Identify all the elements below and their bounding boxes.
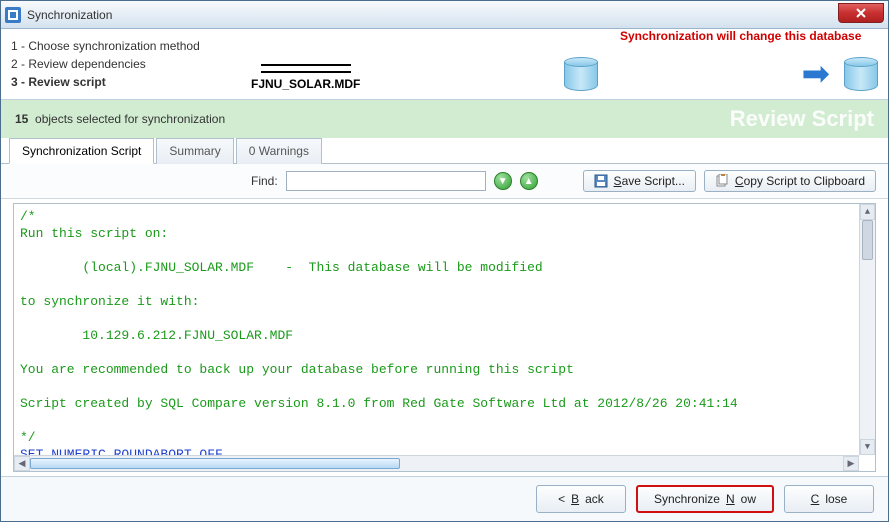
summary-text: objects selected for synchronization xyxy=(35,112,225,126)
close-button[interactable]: Close xyxy=(784,485,874,513)
tab-summary[interactable]: Summary xyxy=(156,138,233,164)
find-prev-icon[interactable]: ▲ xyxy=(520,172,538,190)
horizontal-scrollbar[interactable]: ◀ ▶ xyxy=(14,455,859,471)
wizard-steps: 1 - Choose synchronization method 2 - Re… xyxy=(11,35,251,91)
window: Synchronization Synchronization will cha… xyxy=(0,0,889,522)
clipboard-icon xyxy=(715,174,729,188)
source-host-redacted xyxy=(261,61,351,73)
save-icon xyxy=(594,174,608,188)
source-db-name: FJNU_SOLAR.MDF xyxy=(251,77,360,91)
script-area: /* Run this script on: (local).FJNU_SOLA… xyxy=(13,203,876,472)
target-db-col: (LOCAL) FJNU_SOLAR.MDF xyxy=(844,57,878,91)
scroll-down-icon[interactable]: ▼ xyxy=(860,439,875,455)
hscroll-thumb[interactable] xyxy=(30,458,400,469)
scroll-left-icon[interactable]: ◀ xyxy=(14,456,30,471)
close-window-button[interactable] xyxy=(838,3,884,23)
copy-script-button[interactable]: Copy Script to Clipboard xyxy=(704,170,876,192)
synchronize-now-button[interactable]: Synchronize Now xyxy=(636,485,774,513)
find-input[interactable] xyxy=(286,171,486,191)
watermark: Review Script xyxy=(730,106,874,132)
step-1: 1 - Choose synchronization method xyxy=(11,37,251,55)
tabs-row: Synchronization Script Summary 0 Warning… xyxy=(1,137,888,164)
save-script-label: Save Script... xyxy=(614,174,685,188)
back-button[interactable]: < Back xyxy=(536,485,626,513)
summary-bar: 15 objects selected for synchronization … xyxy=(1,100,888,138)
find-bar: Find: ▼ ▲ Save Script... Copy Script to … xyxy=(1,164,888,199)
database-icon xyxy=(844,57,878,91)
tab-sync-script[interactable]: Synchronization Script xyxy=(9,138,154,164)
footer: < Back Synchronize Now Close xyxy=(1,476,888,521)
vertical-scrollbar[interactable]: ▲ ▼ xyxy=(859,204,875,455)
find-label: Find: xyxy=(251,174,278,188)
scroll-right-icon[interactable]: ▶ xyxy=(843,456,859,471)
header-area: 1 - Choose synchronization method 2 - Re… xyxy=(1,29,888,100)
vscroll-thumb[interactable] xyxy=(862,220,873,260)
window-title: Synchronization xyxy=(27,8,112,22)
titlebar: Synchronization xyxy=(1,1,888,29)
tab-warnings[interactable]: 0 Warnings xyxy=(236,138,322,164)
arrow-right-icon: ➡ xyxy=(802,57,831,91)
find-next-icon[interactable]: ▼ xyxy=(494,172,512,190)
save-script-button[interactable]: Save Script... xyxy=(583,170,696,192)
database-icon xyxy=(564,57,598,91)
db-flow: FJNU_SOLAR.MDF ➡ (LOCAL) FJNU_SOLAR.MDF xyxy=(251,35,878,91)
object-count: 15 xyxy=(15,112,28,126)
step-2: 2 - Review dependencies xyxy=(11,55,251,73)
app-icon xyxy=(5,7,21,23)
script-content[interactable]: /* Run this script on: (local).FJNU_SOLA… xyxy=(14,204,859,455)
copy-script-label: Copy Script to Clipboard xyxy=(735,174,865,188)
source-db-col: FJNU_SOLAR.MDF xyxy=(251,61,360,91)
scroll-up-icon[interactable]: ▲ xyxy=(860,204,875,220)
step-3: 3 - Review script xyxy=(11,73,251,91)
